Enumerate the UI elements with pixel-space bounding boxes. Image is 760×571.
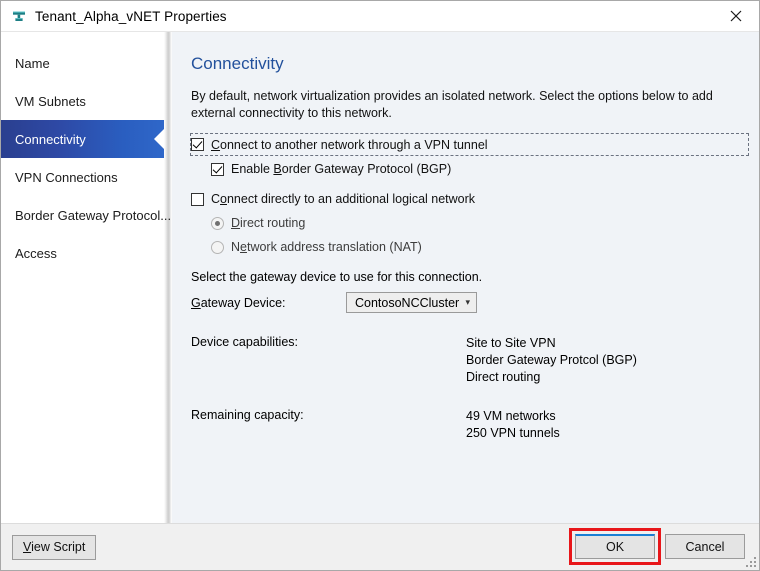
- content-pane: Connectivity By default, network virtual…: [172, 32, 759, 523]
- button-label: OK: [605, 540, 625, 554]
- chevron-down-icon: ▾: [465, 297, 470, 307]
- vpn-tunnel-checkbox-row[interactable]: Connect to another network through a VPN…: [190, 133, 749, 156]
- direct-routing-radio-row[interactable]: Direct routing: [211, 213, 759, 233]
- capacity-item: 49 VM networks: [466, 409, 556, 423]
- sidebar-item-border-gateway-protocol[interactable]: Border Gateway Protocol...: [1, 196, 171, 234]
- label-text: ateway Device:: [200, 295, 286, 310]
- selection-notch-icon: [154, 129, 164, 149]
- sidebar-item-label: VM Subnets: [15, 93, 86, 109]
- ok-button[interactable]: OK: [575, 534, 655, 559]
- label-text: irect routing: [240, 216, 306, 230]
- sidebar-item-vm-subnets[interactable]: VM Subnets: [1, 82, 164, 120]
- properties-dialog: Tenant_Alpha_vNET Properties Name VM Sub…: [0, 0, 760, 571]
- access-key: C: [211, 137, 221, 152]
- bgp-checkbox[interactable]: [211, 162, 224, 176]
- page-title: Connectivity: [191, 54, 284, 73]
- label-text: order Gateway Protocol (BGP): [281, 162, 452, 176]
- logical-network-label: Connect directly to an additional logica…: [211, 192, 475, 206]
- dialog-body: Name VM Subnets Connectivity VPN Connect…: [1, 31, 759, 523]
- pane-divider[interactable]: [164, 32, 172, 523]
- capability-item: Border Gateway Protcol (BGP): [466, 353, 637, 367]
- access-key: D: [231, 216, 241, 230]
- sidebar-nav: Name VM Subnets Connectivity VPN Connect…: [1, 32, 171, 523]
- label-prefix: C: [211, 192, 221, 206]
- footer-button-group: OK Cancel: [569, 528, 745, 565]
- bgp-checkbox-row[interactable]: Enable Border Gateway Protocol (BGP): [211, 159, 759, 179]
- logical-network-checkbox-row[interactable]: Connect directly to an additional logica…: [191, 189, 759, 209]
- nat-radio-row[interactable]: Network address translation (NAT): [211, 237, 759, 257]
- close-icon[interactable]: [713, 1, 759, 30]
- vpn-tunnel-label: Connect to another network through a VPN…: [211, 138, 488, 152]
- label-text: onnect to another network through a VPN …: [220, 137, 488, 152]
- remaining-capacity-values: 49 VM networks 250 VPN tunnels: [466, 408, 560, 442]
- label-text: twork address translation (NAT): [246, 240, 422, 254]
- network-subnet-icon: [10, 7, 28, 25]
- sidebar-item-label: VPN Connections: [15, 169, 118, 185]
- label-prefix: N: [231, 240, 241, 254]
- cancel-button[interactable]: Cancel: [665, 534, 745, 559]
- vpn-tunnel-checkbox[interactable]: [191, 138, 204, 151]
- label-prefix: Enable: [231, 162, 274, 176]
- capacity-item: 250 VPN tunnels: [466, 426, 560, 440]
- access-key: e: [240, 240, 247, 254]
- nat-label: Network address translation (NAT): [231, 240, 422, 254]
- sidebar-item-access[interactable]: Access: [1, 234, 164, 272]
- access-key: B: [273, 162, 282, 176]
- sidebar-item-connectivity[interactable]: Connectivity: [1, 120, 164, 158]
- remaining-capacity-block: Remaining capacity: 49 VM networks 250 V…: [191, 408, 759, 442]
- sidebar-item-label: Access: [15, 245, 57, 261]
- direct-routing-radio[interactable]: [211, 216, 224, 230]
- nat-radio[interactable]: [211, 240, 224, 254]
- direct-routing-label: Direct routing: [231, 216, 305, 230]
- dialog-footer: View Script OK Cancel: [1, 523, 759, 570]
- device-capabilities-label: Device capabilities:: [191, 335, 298, 349]
- page-description: By default, network virtualization provi…: [191, 89, 713, 120]
- label-text: nnect directly to an additional logical …: [226, 192, 476, 206]
- sidebar-item-label: Name: [15, 55, 50, 71]
- gateway-instruction: Select the gateway device to use for thi…: [191, 270, 483, 284]
- gateway-device-value: ContosoNCCluster: [355, 295, 460, 310]
- gateway-device-select[interactable]: ContosoNCCluster ▾: [346, 292, 477, 313]
- window-title: Tenant_Alpha_vNET Properties: [35, 8, 227, 24]
- ok-button-wrapper: OK: [569, 528, 661, 565]
- capability-item: Site to Site VPN: [466, 336, 556, 350]
- device-capabilities-values: Site to Site VPN Border Gateway Protcol …: [466, 335, 637, 386]
- gateway-device-label: Gateway Device:: [191, 296, 346, 310]
- sidebar-item-label: Connectivity: [15, 131, 86, 147]
- access-key: o: [220, 192, 227, 206]
- resize-grip-icon[interactable]: [744, 555, 756, 567]
- gateway-device-row: Gateway Device: ContosoNCCluster ▾: [191, 292, 759, 313]
- bgp-label: Enable Border Gateway Protocol (BGP): [231, 162, 451, 176]
- button-label: View Script: [23, 540, 85, 554]
- remaining-capacity-label: Remaining capacity:: [191, 408, 304, 422]
- view-script-button[interactable]: View Script: [12, 534, 97, 560]
- label-text: iew Script: [31, 540, 86, 554]
- sidebar-item-label: Border Gateway Protocol...: [15, 207, 172, 223]
- access-key: V: [23, 540, 32, 554]
- device-capabilities-block: Device capabilities: Site to Site VPN Bo…: [191, 335, 759, 386]
- logical-network-checkbox[interactable]: [191, 192, 204, 206]
- sidebar-item-name[interactable]: Name: [1, 44, 164, 82]
- sidebar-item-vpn-connections[interactable]: VPN Connections: [1, 158, 164, 196]
- button-label: Cancel: [685, 539, 725, 554]
- access-key: G: [191, 295, 201, 310]
- title-bar: Tenant_Alpha_vNET Properties: [1, 1, 759, 31]
- capability-item: Direct routing: [466, 370, 541, 384]
